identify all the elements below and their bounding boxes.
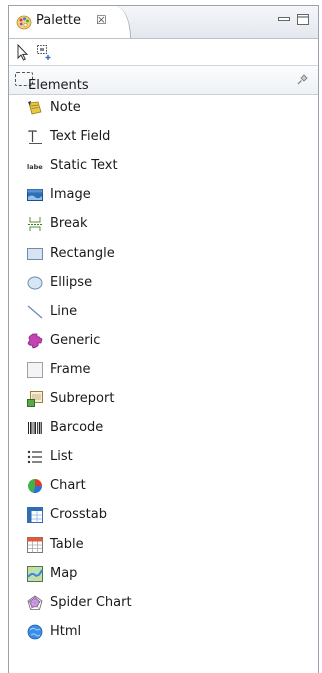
palette-item-label: Table — [50, 536, 84, 552]
palette-item-label: Chart — [50, 478, 86, 494]
arrow-pointer-icon[interactable] — [14, 43, 32, 61]
palette-item-note[interactable]: Note — [9, 94, 318, 123]
subreport-icon — [27, 391, 43, 407]
palette-item-label: Frame — [50, 361, 91, 377]
palette-item-chart[interactable]: Chart — [9, 472, 318, 501]
palette-item-label: Ellipse — [50, 274, 93, 290]
list-icon — [27, 449, 43, 465]
palette-item-ellipse[interactable]: Ellipse — [9, 269, 318, 298]
palette-item-label: Barcode — [50, 420, 104, 436]
palette-item-label: Crosstab — [50, 507, 107, 523]
note-icon — [27, 100, 43, 116]
palette-icon — [16, 14, 32, 30]
palette-item-rectangle[interactable]: Rectangle — [9, 240, 318, 269]
palette-item-subreport[interactable]: Subreport — [9, 385, 318, 414]
palette-item-label: Spider Chart — [50, 594, 132, 610]
spider-chart-icon — [27, 595, 43, 611]
table-icon — [27, 536, 43, 553]
minimize-icon[interactable] — [277, 14, 291, 26]
palette-item-label: Line — [50, 303, 78, 319]
palette-item-label: Text Field — [50, 129, 111, 145]
palette-view: Palette ☒ Elements Note Text Field labe … — [8, 5, 319, 673]
palette-item-label: Image — [50, 187, 91, 203]
palette-item-label: Html — [50, 623, 82, 639]
drawer-icon: Elements — [15, 72, 89, 93]
palette-item-barcode[interactable]: Barcode — [9, 414, 318, 443]
marquee-icon[interactable] — [35, 43, 53, 61]
palette-item-html[interactable]: Html — [9, 618, 318, 647]
close-icon[interactable]: ☒ — [96, 14, 107, 26]
palette-item-spider-chart[interactable]: Spider Chart — [9, 589, 318, 618]
chart-icon — [27, 478, 43, 494]
rectangle-icon — [27, 246, 43, 262]
pin-icon[interactable] — [296, 74, 308, 86]
generic-icon — [27, 333, 43, 349]
maximize-icon[interactable] — [296, 14, 310, 26]
barcode-icon — [27, 420, 43, 436]
palette-item-frame[interactable]: Frame — [9, 356, 318, 385]
view-tab-bar: Palette ☒ — [9, 6, 318, 39]
static-text-icon: label — [27, 158, 45, 174]
palette-item-label: Rectangle — [50, 245, 115, 261]
palette-item-list[interactable]: List — [9, 443, 318, 472]
palette-tab-label: Palette — [36, 13, 82, 28]
palette-item-break[interactable]: Break — [9, 210, 318, 239]
image-icon — [27, 187, 43, 203]
palette-item-label: Generic — [50, 332, 101, 348]
line-icon — [27, 304, 43, 320]
palette-toolbar — [9, 39, 318, 66]
crosstab-icon — [27, 507, 43, 524]
map-icon — [27, 565, 43, 582]
palette-item-label: List — [50, 449, 73, 465]
palette-item-map[interactable]: Map — [9, 560, 318, 589]
break-icon — [27, 216, 43, 232]
palette-item-line[interactable]: Line — [9, 298, 318, 327]
palette-item-text-field[interactable]: Text Field — [9, 123, 318, 152]
html-icon — [27, 624, 43, 640]
palette-item-label: Map — [50, 565, 78, 581]
frame-icon — [27, 361, 43, 378]
palette-item-generic[interactable]: Generic — [9, 327, 318, 356]
text-field-icon — [27, 129, 43, 145]
drawer-label: Elements — [28, 78, 89, 93]
elements-drawer[interactable]: Elements — [9, 66, 318, 95]
ellipse-icon — [27, 275, 43, 291]
palette-tab[interactable]: Palette ☒ — [9, 6, 131, 38]
palette-item-label: Subreport — [50, 391, 115, 406]
palette-item-label: Note — [50, 100, 81, 115]
svg-text:label: label — [27, 163, 43, 171]
palette-item-crosstab[interactable]: Crosstab — [9, 501, 318, 530]
palette-item-static-text[interactable]: label Static Text — [9, 152, 318, 181]
palette-item-image[interactable]: Image — [9, 181, 318, 210]
palette-item-label: Break — [50, 216, 88, 232]
palette-item-label: Static Text — [50, 158, 118, 174]
palette-item-table[interactable]: Table — [9, 531, 318, 560]
